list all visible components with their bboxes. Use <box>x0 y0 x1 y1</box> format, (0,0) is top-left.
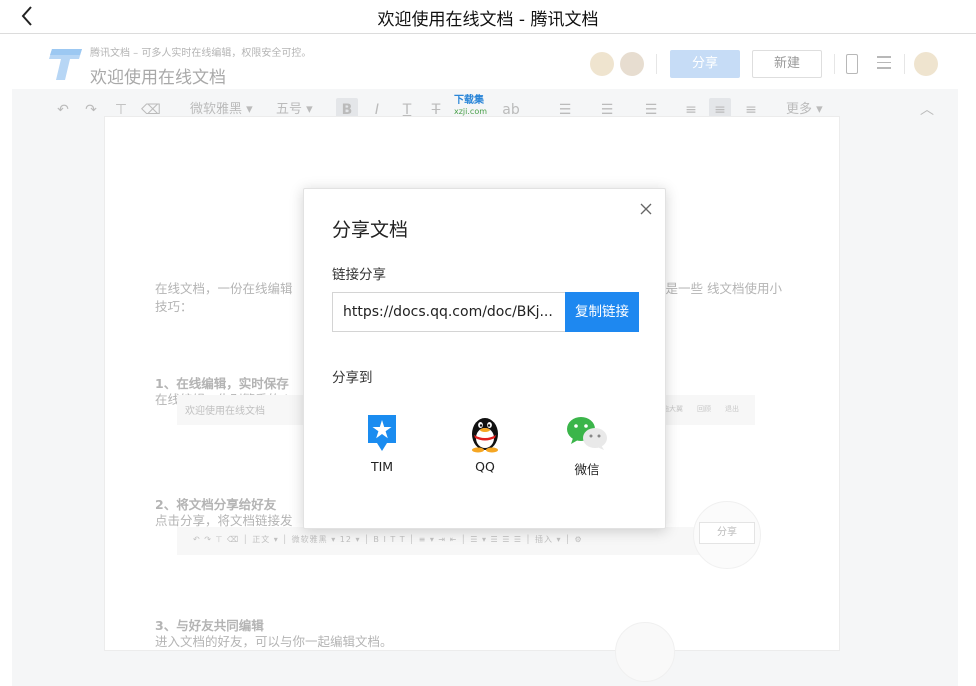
wechat-icon <box>567 417 607 450</box>
share-to-qq[interactable]: QQ <box>455 413 515 474</box>
link-share-label: 链接分享 <box>332 267 386 283</box>
share-to-label: 分享到 <box>332 370 373 386</box>
collaborator-avatar[interactable] <box>590 52 614 76</box>
shot1-right: 施大翼 回顾 退出 <box>662 405 739 413</box>
doc-intro-left: 在线文档，一份在线编辑 <box>155 281 293 296</box>
undo-icon[interactable]: ↶ <box>52 98 74 122</box>
divider <box>834 54 835 74</box>
share-to-tim[interactable]: TIM <box>352 413 412 474</box>
share-target-label: 微信 <box>574 462 600 477</box>
tim-icon <box>368 415 396 451</box>
window-title: 欢迎使用在线文档 - 腾讯文档 <box>377 10 599 30</box>
tencent-docs-logo-icon[interactable] <box>46 47 84 81</box>
app-subtitle: 腾讯文档 – 可多人实时在线编辑，权限安全可控。 <box>90 48 312 59</box>
dialog-title: 分享文档 <box>332 219 409 241</box>
collapse-toolbar-icon[interactable]: ︿ <box>916 98 938 122</box>
doc-intro-right: 下是一些 线文档使用小 <box>653 281 782 296</box>
doc-intro-line2: 技巧： <box>155 299 193 314</box>
shot1-title: 欢迎使用在线文档 <box>185 406 265 417</box>
share-link-field[interactable]: https://docs.qq.com/doc/BKj... <box>332 292 566 332</box>
document-title[interactable]: 欢迎使用在线文档 <box>90 63 226 88</box>
app-header: 腾讯文档 – 可多人实时在线编辑，权限安全可控。 欢迎使用在线文档 分享 新建 <box>12 35 958 89</box>
share-target-label: QQ <box>475 459 495 474</box>
doc-heading-2: 2、将文档分享给好友 <box>155 497 277 512</box>
close-icon[interactable] <box>638 201 654 217</box>
menu-icon[interactable] <box>877 56 891 70</box>
share-to-wechat[interactable]: 微信 <box>557 413 617 478</box>
new-button[interactable]: 新建 <box>752 50 822 78</box>
copy-link-button[interactable]: 复制链接 <box>565 292 639 332</box>
divider <box>904 54 905 74</box>
shot2-toolbar: ↶ ↷ ⊤ ⌫ │ 正文 ▾ │ 微软雅黑 ▾ 12 ▾ │ B I T T │… <box>193 535 583 544</box>
doc-screenshot-2: ↶ ↷ ⊤ ⌫ │ 正文 ▾ │ 微软雅黑 ▾ 12 ▾ │ B I T T │… <box>177 527 755 555</box>
doc-heading-1: 1、在线编辑，实时保存 <box>155 376 289 391</box>
doc-share-button-image: 分享 <box>699 522 755 544</box>
share-target-label: TIM <box>370 459 394 474</box>
divider <box>656 54 657 74</box>
avatar-highlight-circle <box>615 622 675 682</box>
watermark-text: 下载集 <box>454 95 484 106</box>
user-avatar[interactable] <box>914 52 938 76</box>
share-button[interactable]: 分享 <box>670 50 740 78</box>
mobile-preview-icon[interactable] <box>846 54 858 74</box>
title-bar: 欢迎使用在线文档 - 腾讯文档 <box>0 0 976 34</box>
more-label: 更多 <box>786 102 813 117</box>
font-family-value: 微软雅黑 <box>190 102 243 117</box>
font-size-value: 五号 <box>276 102 303 117</box>
collaborator-avatar[interactable] <box>620 52 644 76</box>
doc-heading-3: 3、与好友共同编辑 <box>155 618 264 633</box>
redo-icon[interactable]: ↷ <box>80 98 102 122</box>
doc-paragraph-3: 进入文档的好友，可以与你一起编辑文档。 <box>155 634 393 649</box>
qq-icon <box>472 418 498 453</box>
share-dialog: 分享文档 链接分享 https://docs.qq.com/doc/BKj...… <box>303 188 666 529</box>
